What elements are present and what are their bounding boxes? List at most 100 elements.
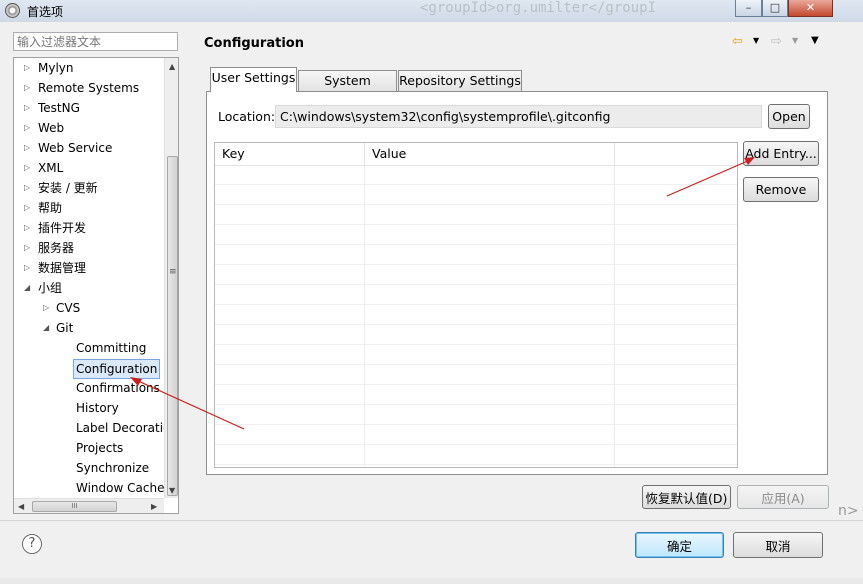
- expand-arrow-icon[interactable]: ▷: [24, 139, 30, 157]
- expand-arrow-icon[interactable]: ▷: [24, 199, 30, 217]
- tree-vertical-scrollbar[interactable]: ▲ ≡ ▼: [164, 58, 178, 498]
- table-row[interactable]: [215, 185, 737, 205]
- tab-repository-settings[interactable]: Repository Settings: [398, 70, 522, 91]
- expand-arrow-icon[interactable]: ▷: [24, 99, 30, 117]
- table-header: Key Value: [215, 143, 737, 166]
- window-title: 首选项: [27, 5, 64, 19]
- table-row[interactable]: [215, 365, 737, 385]
- title-bar: 首选项 <groupId>org.umilter</groupI – □ ✕: [0, 0, 863, 22]
- tree-item-label: CVS: [56, 301, 81, 315]
- eclipse-app-icon: [5, 3, 20, 18]
- ok-button[interactable]: 确定: [635, 532, 724, 558]
- background-editor-code: <groupId>org.umilter</groupI: [420, 0, 657, 16]
- hgrip-icon: III: [71, 502, 78, 510]
- maximize-icon: □: [769, 1, 781, 14]
- tree-item-label: Committing: [76, 341, 147, 355]
- expand-arrow-icon[interactable]: ▷: [24, 219, 30, 237]
- expand-arrow-icon[interactable]: ▷: [24, 59, 30, 77]
- apply-button[interactable]: 应用(A): [737, 485, 829, 509]
- tree-item-label: XML: [38, 161, 64, 175]
- tree-item-label: Web Service: [38, 141, 113, 155]
- scroll-up-icon[interactable]: ▲: [169, 62, 175, 71]
- tree-item-label: TestNG: [38, 101, 80, 115]
- preferences-dialog: 首选项 <groupId>org.umilter</groupI – □ ✕ ▷…: [0, 0, 863, 584]
- maximize-button[interactable]: □: [762, 0, 788, 17]
- expand-arrow-icon[interactable]: ▷: [24, 159, 30, 177]
- table-row[interactable]: [215, 225, 737, 245]
- scroll-down-icon[interactable]: ▼: [169, 486, 175, 495]
- column-header-extra[interactable]: [615, 143, 737, 165]
- scroll-right-icon[interactable]: ▶: [151, 502, 157, 511]
- expand-arrow-icon[interactable]: ▷: [24, 179, 30, 197]
- tree-item-label: 插件开发: [38, 221, 87, 235]
- tree-item-label: History: [76, 401, 119, 415]
- collapse-arrow-icon[interactable]: ◢: [43, 319, 49, 337]
- dialog-separator: [0, 520, 863, 521]
- tree-hscroll-thumb[interactable]: III: [32, 501, 117, 512]
- collapse-arrow-icon[interactable]: ◢: [24, 279, 30, 297]
- location-field: C:\windows\system32\config\systemprofile…: [275, 105, 762, 128]
- table-row[interactable]: [215, 265, 737, 285]
- tree-item-label: Mylyn: [38, 61, 74, 75]
- close-button[interactable]: ✕: [788, 0, 833, 17]
- tree-item-label: Git: [56, 321, 74, 335]
- tree-item-label: 小组: [38, 281, 63, 295]
- remove-button[interactable]: Remove: [743, 177, 819, 202]
- grip-icon: ≡: [169, 267, 177, 277]
- table-row[interactable]: [215, 165, 737, 185]
- help-icon[interactable]: ?: [22, 534, 42, 554]
- preference-tree: ▷ Mylyn ▷ Remote Systems ▷ TestNG ▷ Web ▷ Web Ser…: [13, 57, 179, 514]
- table-row[interactable]: [215, 385, 737, 405]
- table-row[interactable]: [215, 445, 737, 465]
- table-row[interactable]: [215, 345, 737, 365]
- add-entry-button[interactable]: Add Entry...: [743, 141, 819, 166]
- expand-arrow-icon[interactable]: ▷: [24, 79, 30, 97]
- background-window-edge: [0, 578, 863, 584]
- tree-horizontal-scrollbar[interactable]: ◀ III ▶: [14, 498, 164, 513]
- tree-item-label: Projects: [76, 441, 124, 455]
- tree-item-label: Remote Systems: [38, 81, 140, 95]
- tree-item-label: 安装 / 更新: [38, 181, 98, 195]
- tree-item-label: Confirmations: [76, 381, 160, 395]
- close-icon: ✕: [805, 1, 816, 14]
- view-menu-icon[interactable]: ▼: [811, 35, 819, 46]
- expand-arrow-icon[interactable]: ▷: [24, 119, 30, 137]
- back-arrow-icon[interactable]: ⇦: [732, 34, 743, 49]
- tree-item-label: Window Cache: [76, 481, 165, 495]
- tree-item-label: Web: [38, 121, 65, 135]
- open-button[interactable]: Open: [768, 104, 810, 129]
- location-label: Location:: [218, 109, 276, 124]
- tree-item-label: 数据管理: [38, 261, 87, 275]
- forward-menu-icon[interactable]: ▼: [792, 36, 798, 45]
- back-menu-icon[interactable]: ▼: [753, 36, 759, 45]
- expand-arrow-icon[interactable]: ▷: [24, 259, 30, 277]
- tab-system-settings[interactable]: System Settings: [298, 70, 397, 108]
- tree-item-label: Synchronize: [76, 461, 150, 475]
- config-table[interactable]: Key Value: [214, 142, 738, 468]
- page-title: Configuration: [204, 36, 304, 51]
- table-row[interactable]: [215, 205, 737, 225]
- table-row[interactable]: [215, 285, 737, 305]
- column-header-value[interactable]: Value: [365, 143, 615, 165]
- minimize-icon: –: [745, 1, 752, 14]
- restore-defaults-button[interactable]: 恢复默认值(D): [642, 485, 731, 509]
- tree-item-label: 服务器: [38, 241, 75, 255]
- minimize-button[interactable]: –: [735, 0, 762, 17]
- tree-item-label: 帮助: [38, 201, 63, 215]
- forward-arrow-icon[interactable]: ⇨: [771, 34, 782, 49]
- table-row[interactable]: [215, 305, 737, 325]
- scroll-left-icon[interactable]: ◀: [18, 502, 24, 511]
- tree-item-label: Configuration: [73, 359, 161, 379]
- cancel-button[interactable]: 取消: [733, 532, 823, 558]
- expand-arrow-icon[interactable]: ▷: [43, 299, 49, 317]
- tab-user-settings[interactable]: User Settings: [210, 67, 297, 92]
- table-row[interactable]: [215, 405, 737, 425]
- table-row[interactable]: [215, 425, 737, 445]
- column-header-key[interactable]: Key: [215, 143, 365, 165]
- tree-scroll-thumb[interactable]: ≡: [167, 156, 178, 496]
- background-text-fragment: n>: [838, 503, 859, 519]
- table-row[interactable]: [215, 325, 737, 345]
- filter-input[interactable]: [13, 32, 178, 51]
- table-row[interactable]: [215, 245, 737, 265]
- expand-arrow-icon[interactable]: ▷: [24, 239, 30, 257]
